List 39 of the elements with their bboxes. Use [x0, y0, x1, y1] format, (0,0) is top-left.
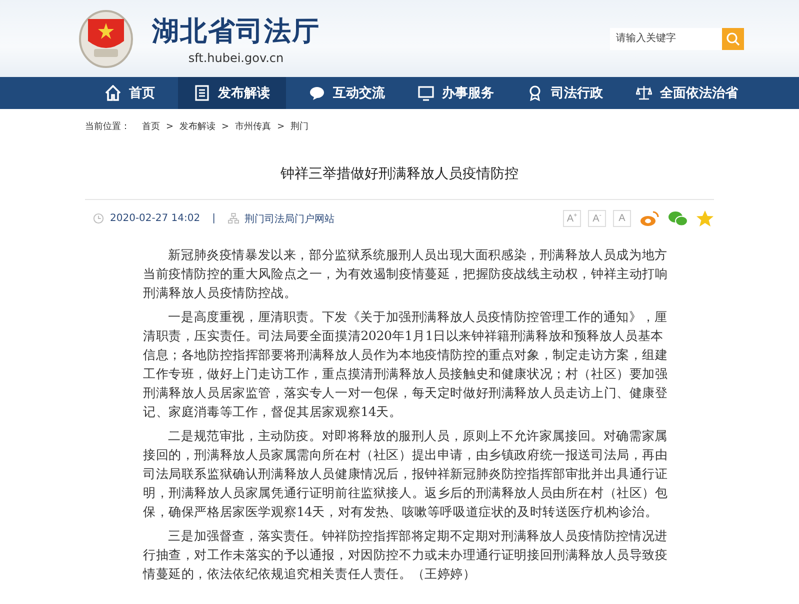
- weibo-icon[interactable]: [640, 210, 660, 227]
- search-field[interactable]: 请输入关键字: [610, 28, 722, 50]
- home-icon: [105, 85, 121, 101]
- monitor-icon: [418, 85, 434, 101]
- clock-icon: [93, 213, 104, 224]
- site-url: sft.hubei.gov.cn: [188, 50, 284, 64]
- breadcrumb-link[interactable]: 荆门: [290, 120, 309, 133]
- breadcrumb-separator: >: [277, 122, 285, 132]
- site-title: 湖北省司法厅: [152, 14, 320, 48]
- nav-tab[interactable]: 发布解读: [178, 77, 286, 109]
- search-button[interactable]: [722, 28, 744, 50]
- star-icon[interactable]: [696, 210, 714, 227]
- meta-divider: |: [212, 213, 216, 224]
- nav-tab[interactable]: 全面依法治省: [626, 77, 748, 109]
- nav-tab[interactable]: 司法行政: [517, 77, 613, 109]
- nav-tab[interactable]: 互动交流: [299, 77, 395, 109]
- breadcrumb-link[interactable]: 首页: [142, 120, 160, 133]
- breadcrumb-separator: >: [222, 122, 230, 132]
- breadcrumb-label: 当前位置：: [85, 120, 130, 133]
- sitemap-icon: [228, 213, 238, 224]
- scales-icon: [636, 85, 652, 101]
- article-paragraph: 三是加强督查，落实责任。钟祥防控指挥部将定期不定期对刑满释放人员疫情防控情况进行抽查，对工作未落实的予以通报，对因防控不力或未办理通行证明接回刑满释放人员导致疫情蔓延的，依法依纪依规追究相关责任人责任。（王婷婷）: [143, 527, 669, 583]
- breadcrumb-link[interactable]: 发布解读: [180, 120, 216, 133]
- article-paragraph: 二是规范审批，主动防疫。对即将释放的服刑人员，原则上不允许家属接回。对确需家属接回的，刑满释放人员家属需向所在村（社区）提出申请，由乡镇政府统一报送司法局，再由司法局联系监狱确认刑满释放人员健康情况后，报钟祥新冠肺炎防控指挥部审批并出具通行证明，刑满释放人员家属凭通行证明前往监狱接人。返乡后的刑满释放人员由所在村（社区）包保，确保严格居家医学观察14天，对有发热、咳嗽等呼吸道症状的及时转送医疗机构诊治。: [143, 427, 669, 521]
- breadcrumb-separator: >: [166, 122, 174, 132]
- wechat-icon[interactable]: [668, 210, 688, 227]
- nav-tab[interactable]: 首页: [95, 77, 165, 109]
- article-source: 荆门司法局门户网站: [244, 212, 334, 226]
- document-icon: [194, 85, 210, 101]
- article-paragraph: 新冠肺炎疫情暴发以来，部分监狱系统服刑人员出现大面积感染，刑满释放人员成为地方当前疫情防控的重大风险点之一，为有效遏制疫情蔓延，把握防疫战线主动权，钟祥主动打响刑满释放人员疫情防控战。: [143, 246, 669, 302]
- article-paragraph: 一是高度重视，厘清职责。下发《关于加强刑满释放人员疫情防控管理工作的通知》，厘清职责，压实责任。司法局要全面摸清2020年1月1日以来钟祥籍刑满释放和预释放人员基本信息；各地防控指挥部要将刑满释放人员作为本地疫情防控的重点对象，制定走访方案，组建工作专班，做好上门走访工作，重点摸清刑满释放人员接触史和健康状况；村（社区）要加强刑满释放人员居家监管，落实专人一对一包保，每天定时做好刑满释放人员走访上门、健康登记、家庭消毒等工作，督促其居家观察14天。: [143, 308, 669, 421]
- award-badge-icon: [527, 85, 543, 101]
- article-title: 钟祥三举措做好刑满释放人员疫情防控: [280, 165, 520, 183]
- search-icon: [726, 32, 740, 46]
- publish-date: 2020-02-27 14:02: [110, 213, 200, 224]
- nav-tab[interactable]: 办事服务: [408, 77, 504, 109]
- breadcrumb-link[interactable]: 市州传真: [235, 120, 272, 133]
- emblem-logo-icon: [78, 8, 134, 68]
- speech-bubble-icon: [309, 85, 325, 101]
